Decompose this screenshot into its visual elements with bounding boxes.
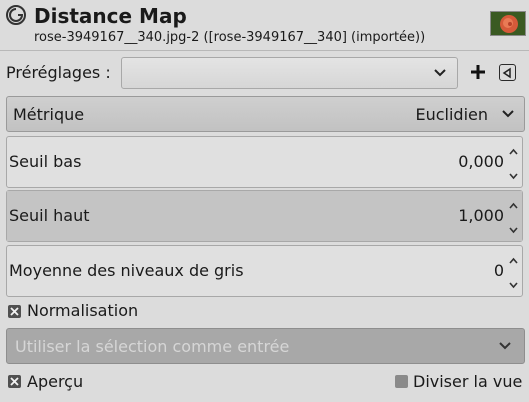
presets-dropdown[interactable] (121, 57, 458, 89)
spin-arrows-icon[interactable] (508, 201, 519, 235)
gray-average-label: Moyenne des niveaux de gris (9, 261, 244, 280)
presets-menu-button[interactable] (499, 64, 516, 81)
plus-icon (471, 65, 485, 79)
gray-average-value[interactable]: 0 (494, 261, 504, 281)
split-view-checkbox[interactable] (395, 375, 408, 388)
normalisation-label[interactable]: Normalisation (27, 301, 138, 321)
chevron-down-icon (499, 342, 511, 350)
preview-label[interactable]: Aperçu (27, 372, 83, 392)
chevron-down-icon (502, 110, 514, 118)
normalisation-checkbox[interactable] (8, 305, 21, 318)
menu-left-icon (502, 67, 511, 79)
high-threshold-spinscale[interactable]: Seuil haut 1,000 (6, 190, 523, 242)
low-threshold-value[interactable]: 0,000 (458, 152, 504, 172)
low-threshold-spinscale[interactable]: Seuil bas 0,000 (6, 136, 523, 188)
spin-arrows-icon[interactable] (508, 147, 519, 181)
image-thumbnail (490, 11, 526, 36)
input-source-value: Utiliser la sélection comme entrée (15, 337, 290, 356)
dialog-title: Distance Map (34, 4, 187, 28)
input-source-dropdown: Utiliser la sélection comme entrée (6, 328, 525, 364)
low-threshold-label: Seuil bas (9, 152, 82, 171)
metric-label: Métrique (13, 105, 85, 124)
gray-average-spinscale[interactable]: Moyenne des niveaux de gris 0 (6, 245, 523, 297)
high-threshold-label: Seuil haut (9, 206, 90, 225)
add-preset-button[interactable] (469, 62, 487, 82)
gimp-filter-icon (6, 5, 26, 25)
header-separator (0, 50, 529, 51)
metric-dropdown[interactable]: Métrique Euclidien (6, 96, 525, 132)
image-subtitle: rose-3949167__340.jpg-2 ([rose-3949167__… (34, 30, 426, 45)
checkmark-icon (10, 377, 19, 386)
high-threshold-value[interactable]: 1,000 (458, 206, 504, 226)
preview-checkbox[interactable] (8, 375, 21, 388)
presets-label: Préréglages : (6, 63, 111, 82)
dialog-header: Distance Map rose-3949167__340.jpg-2 ([r… (0, 0, 529, 50)
checkmark-icon (10, 307, 19, 316)
spin-arrows-icon[interactable] (508, 256, 519, 290)
metric-value: Euclidien (415, 105, 488, 124)
chevron-down-icon (434, 69, 446, 77)
split-view-label[interactable]: Diviser la vue (413, 372, 522, 392)
